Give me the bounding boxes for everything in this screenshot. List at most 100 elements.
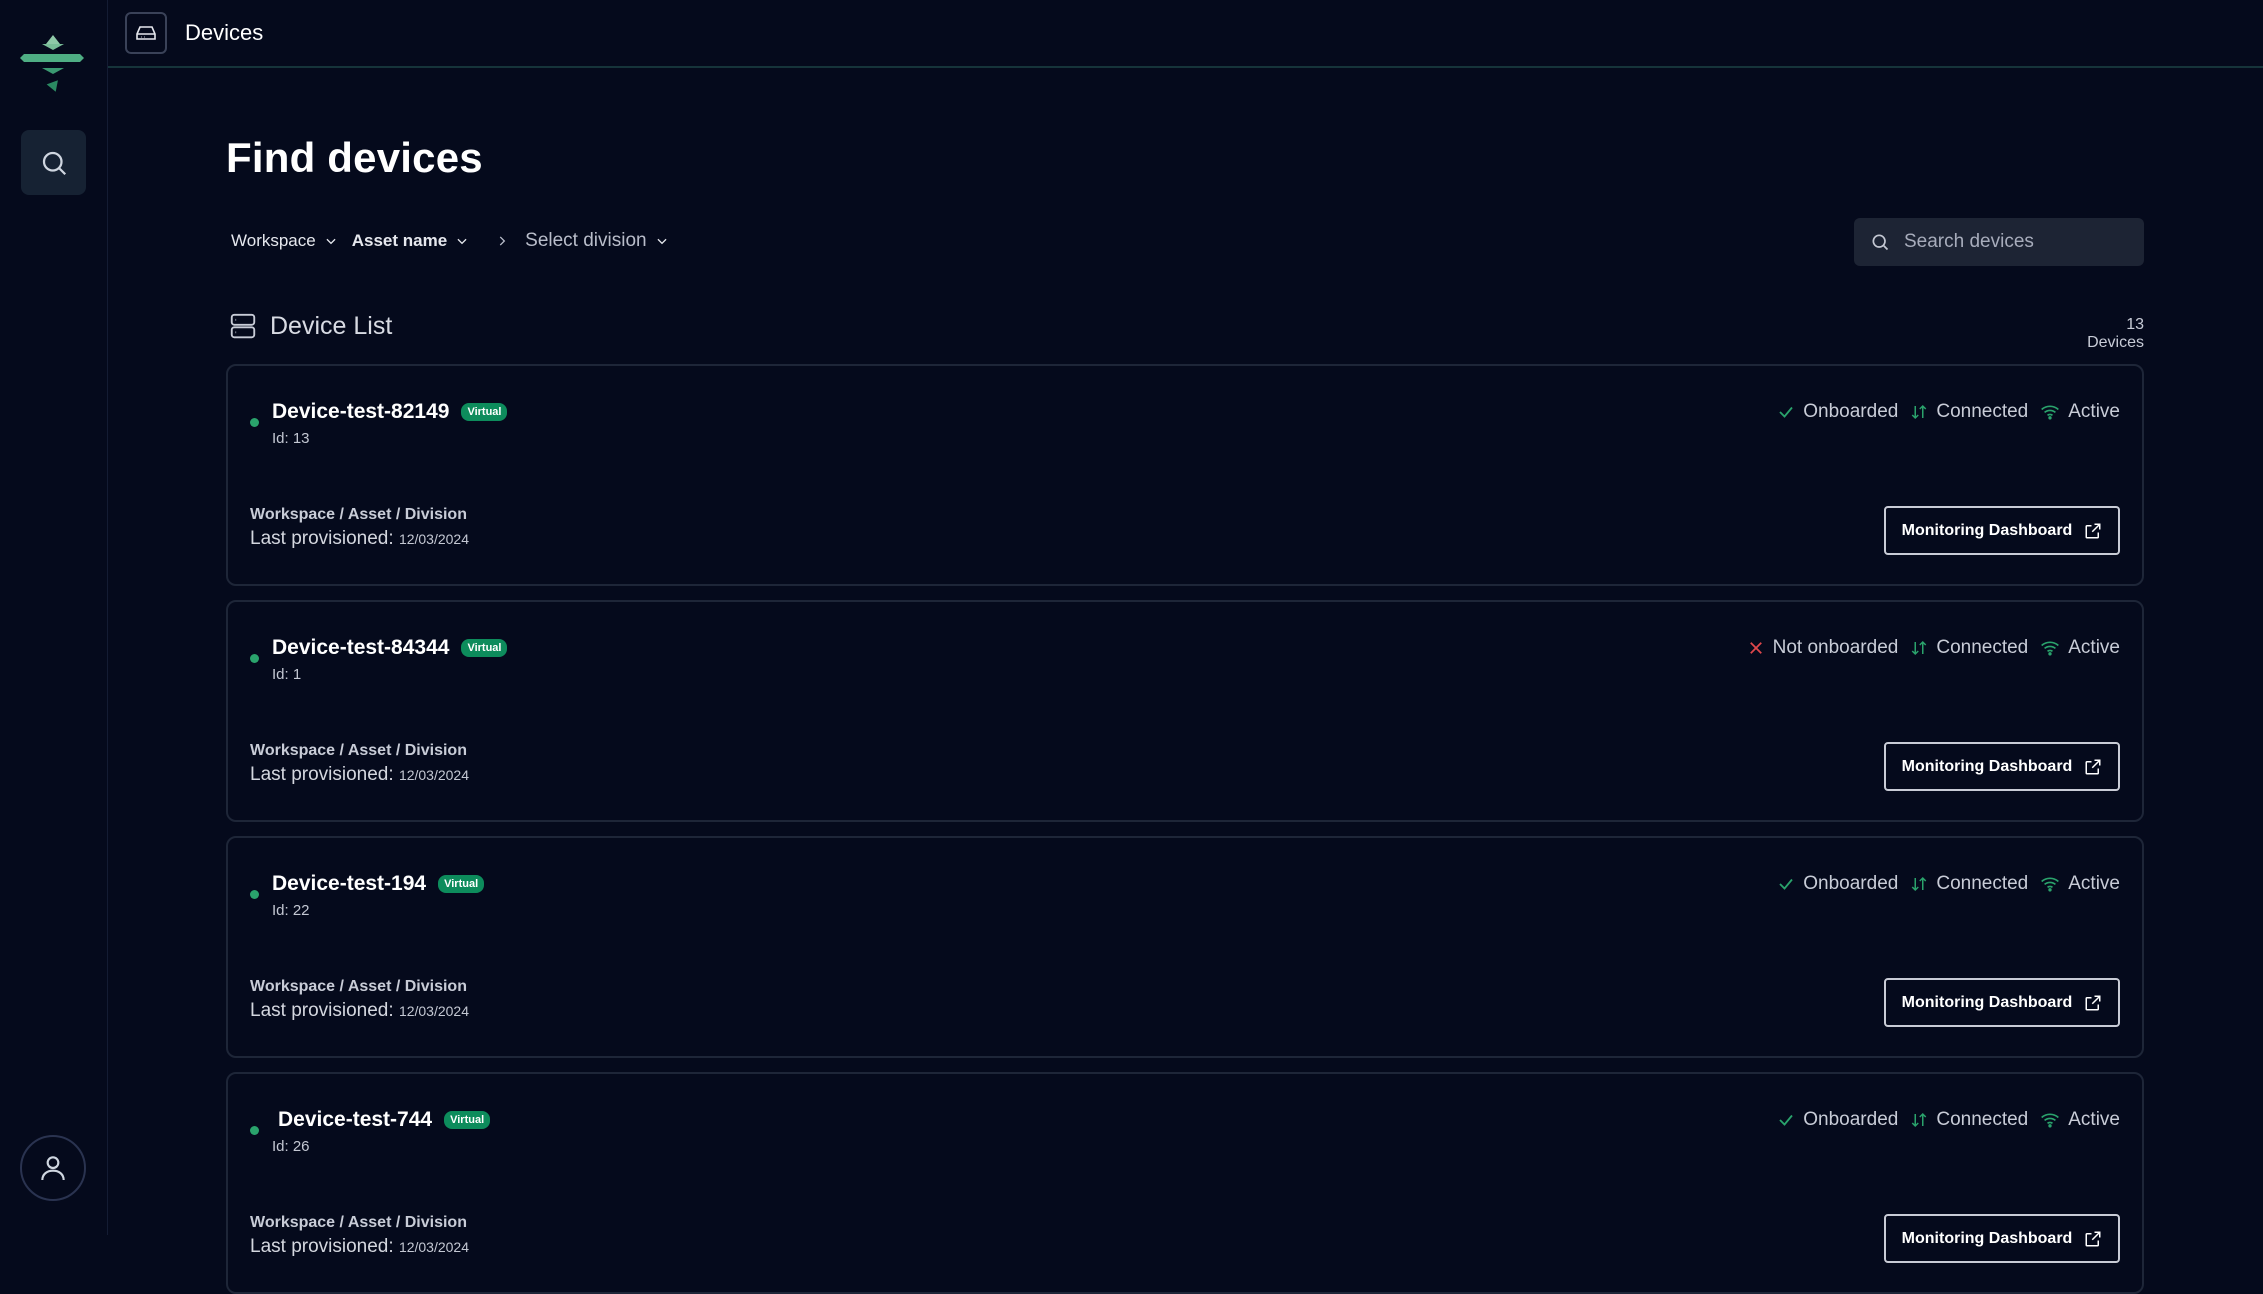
device-provisioned: Last provisioned: 12/03/2024 [250, 764, 469, 786]
wifi-icon [2041, 641, 2060, 656]
wifi-icon [2041, 877, 2060, 892]
onboard-status: Onboarded [1777, 1109, 1898, 1131]
provisioned-label: Last provisioned: [250, 764, 394, 785]
search-icon [1872, 234, 1889, 251]
provisioned-label: Last provisioned: [250, 1236, 394, 1257]
virtual-badge: Virtual [461, 639, 508, 657]
connection-status-label: Connected [1936, 873, 2029, 894]
device-statuses: Onboarded Connected Active [1765, 1108, 2120, 1132]
logo-icon[interactable] [20, 32, 86, 102]
activity-status-label: Active [2068, 1109, 2120, 1130]
arrows-up-down-icon [1912, 404, 1927, 420]
device-name-label: Device-test-194 [272, 872, 427, 895]
device-provisioned: Last provisioned: 12/03/2024 [250, 528, 469, 550]
device-name[interactable]: Device-test-82149 Virtual [272, 400, 508, 424]
hard-drive-icon [125, 12, 167, 54]
chevron-down-icon [326, 238, 336, 245]
device-name[interactable]: Device-test-744 Virtual [278, 1108, 491, 1132]
external-link-icon [2085, 995, 2101, 1010]
asset-filter[interactable]: Asset name [352, 231, 483, 251]
sidebar-item-search[interactable] [21, 130, 86, 195]
device-list-header: Device List [228, 310, 392, 342]
workspace-filter-label: Workspace [231, 231, 316, 250]
device-statuses: Not onboarded Connected Active [1735, 636, 2120, 660]
onboard-status-label: Onboarded [1803, 873, 1899, 894]
arrows-up-down-icon [1912, 640, 1927, 656]
monitoring-dashboard-button[interactable]: Monitoring Dashboard [1884, 978, 2120, 1027]
device-name[interactable]: Device-test-84344 Virtual [272, 636, 508, 660]
device-name-label: Device-test-744 [278, 1108, 433, 1131]
provisioned-label: Last provisioned: [250, 528, 394, 549]
device-card: Device-test-84344 Virtual Id: 1 Workspac… [226, 600, 2144, 822]
device-name-label: Device-test-84344 [272, 636, 450, 659]
breadcrumb-filters: Workspace Asset name Select division [231, 226, 683, 256]
device-card: Device-test-744 Virtual Id: 26 Workspace… [226, 1072, 2144, 1294]
activity-status: Active [2040, 1109, 2120, 1131]
activity-status-label: Active [2068, 401, 2120, 422]
monitoring-dashboard-button[interactable]: Monitoring Dashboard [1884, 1214, 2120, 1263]
onboard-status-label: Onboarded [1803, 401, 1899, 422]
onboard-status: Onboarded [1777, 401, 1898, 423]
status-dot [250, 418, 259, 427]
device-card: Device-test-82149 Virtual Id: 13 Workspa… [226, 364, 2144, 586]
monitoring-dashboard-button[interactable]: Monitoring Dashboard [1884, 742, 2120, 791]
device-id: Id: 13 [272, 430, 310, 447]
monitoring-dashboard-label: Monitoring Dashboard [1901, 521, 2073, 539]
arrows-up-down-icon [1912, 1112, 1927, 1128]
connection-status: Connected [1910, 1109, 2028, 1131]
device-name[interactable]: Device-test-194 Virtual [272, 872, 485, 896]
device-id: Id: 26 [272, 1138, 310, 1155]
top-bar-title: Devices [185, 20, 264, 45]
status-dot [250, 654, 259, 663]
device-name-label: Device-test-82149 [272, 400, 450, 423]
device-path: Workspace / Asset / Division [250, 742, 467, 759]
check-icon [1779, 878, 1793, 890]
top-bar: Devices [108, 0, 2263, 68]
device-id: Id: 22 [272, 902, 310, 919]
device-list-title: Device List [270, 311, 393, 340]
arrows-up-down-icon [1912, 876, 1927, 892]
device-path: Workspace / Asset / Division [250, 506, 467, 523]
status-dot [250, 1126, 259, 1135]
provisioned-date: 12/03/2024 [398, 531, 470, 547]
onboard-status-label: Not onboarded [1772, 637, 1899, 658]
external-link-icon [2085, 1231, 2101, 1246]
status-dot [250, 890, 259, 899]
search-input[interactable] [1902, 230, 2136, 254]
wifi-icon [2041, 1113, 2060, 1128]
check-icon [1779, 406, 1793, 418]
connection-status: Connected [1910, 401, 2028, 423]
connection-status: Connected [1910, 873, 2028, 895]
connection-status-label: Connected [1936, 1109, 2029, 1130]
virtual-badge: Virtual [444, 1111, 491, 1129]
workspace-filter[interactable]: Workspace [231, 231, 352, 251]
monitoring-dashboard-label: Monitoring Dashboard [1901, 1229, 2073, 1247]
user-icon [41, 1156, 65, 1181]
chevron-down-icon [657, 238, 667, 245]
device-path: Workspace / Asset / Division [250, 978, 467, 995]
search-box[interactable] [1854, 218, 2144, 266]
division-filter[interactable]: Select division [525, 230, 682, 252]
activity-status: Active [2040, 401, 2120, 423]
activity-status: Active [2040, 637, 2120, 659]
connection-status-label: Connected [1936, 637, 2029, 658]
external-link-icon [2085, 523, 2101, 538]
device-statuses: Onboarded Connected Active [1765, 400, 2120, 424]
sidebar-item-user[interactable] [20, 1135, 86, 1201]
monitoring-dashboard-button[interactable]: Monitoring Dashboard [1884, 506, 2120, 555]
provisioned-label: Last provisioned: [250, 1000, 394, 1021]
device-path: Workspace / Asset / Division [250, 1214, 467, 1231]
connection-status: Connected [1910, 637, 2028, 659]
server-icon [230, 313, 256, 339]
external-link-icon [2085, 759, 2101, 774]
search-icon [42, 151, 66, 175]
sidebar [0, 0, 108, 1235]
virtual-badge: Virtual [438, 875, 485, 893]
onboard-status-label: Onboarded [1803, 1109, 1899, 1130]
chevron-right-icon [495, 234, 509, 248]
activity-status-label: Active [2068, 873, 2120, 894]
device-id: Id: 1 [272, 666, 302, 683]
division-filter-label: Select division [525, 230, 647, 251]
device-provisioned: Last provisioned: 12/03/2024 [250, 1000, 469, 1022]
device-statuses: Onboarded Connected Active [1765, 872, 2120, 896]
